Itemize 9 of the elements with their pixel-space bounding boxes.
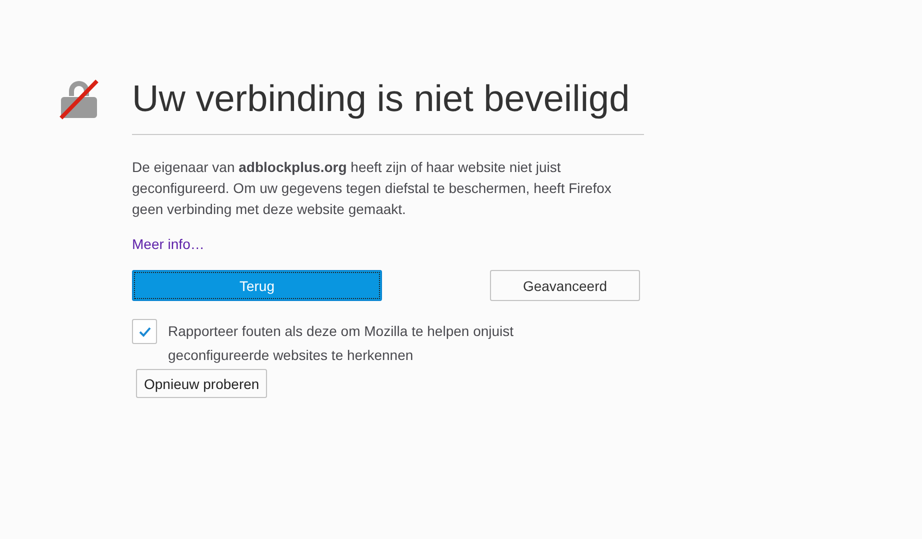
- retry-button[interactable]: Opnieuw proberen: [136, 369, 268, 398]
- broken-lock-icon: [58, 78, 100, 120]
- advanced-button[interactable]: Geavanceerd: [490, 270, 640, 301]
- more-info-link[interactable]: Meer info…: [132, 236, 204, 252]
- report-label: Rapporteer fouten als deze om Mozilla te helpen onjuist geconfigureerde websites te herkennen: [168, 322, 515, 365]
- error-description: De eigenaar van adblockplus.org heeft zijn of haar website niet juist geconfigureerd. Om uw gegevens tegen diefstal te beschermen, heeft Firefox geen verbinding met deze website gemaakt.: [132, 158, 612, 219]
- page-title: Uw verbinding is niet beveiligd: [132, 78, 644, 135]
- checkmark-icon: [138, 326, 150, 336]
- report-checkbox[interactable]: [132, 319, 157, 344]
